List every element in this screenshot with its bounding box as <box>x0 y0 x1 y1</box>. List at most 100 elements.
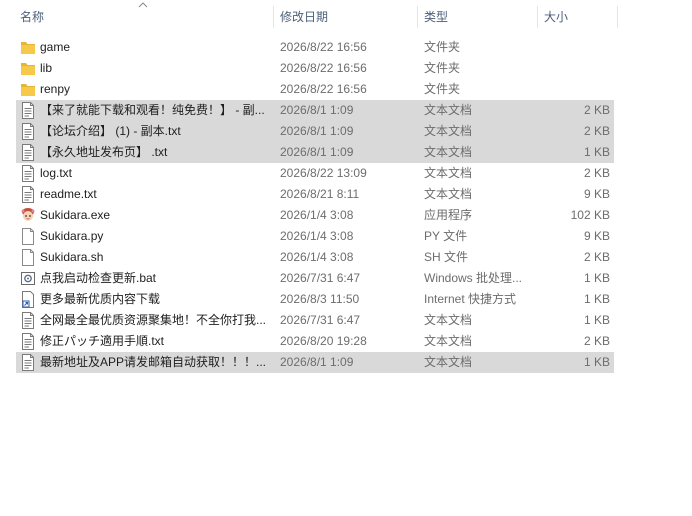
file-size: 102 KB <box>570 208 610 222</box>
file-modified-date: 2026/7/31 6:47 <box>280 313 361 327</box>
file-type: 文件夹 <box>424 82 461 96</box>
file-modified-date: 2026/8/1 1:09 <box>280 355 354 369</box>
batch-file-icon <box>20 270 36 287</box>
file-modified-date: 2026/1/4 3:08 <box>280 229 354 243</box>
file-size: 2 KB <box>583 124 610 138</box>
file-name: log.txt <box>40 166 73 180</box>
text-file-icon <box>20 312 36 329</box>
file-size: 2 KB <box>583 250 610 264</box>
file-type: 文本文档 <box>424 334 473 348</box>
file-name: 修正パッチ適用手順.txt <box>40 334 165 348</box>
file-type: 文本文档 <box>424 124 473 138</box>
file-type: PY 文件 <box>424 229 468 243</box>
column-divider[interactable] <box>617 6 618 28</box>
text-file-icon <box>20 354 36 371</box>
file-row[interactable]: 【永久地址发布页】 .txt 2026/8/1 1:09 文本文档 1 KB <box>16 142 614 163</box>
file-row[interactable]: 最新地址及APP请发邮箱自动获取！！！... 2026/8/1 1:09 文本文档 1… <box>16 352 614 373</box>
file-row[interactable]: 点我启动检查更新.bat 2026/7/31 6:47 Windows 批处理...… <box>16 268 614 289</box>
blank-file-icon <box>20 228 36 245</box>
file-name: game <box>40 40 71 54</box>
file-size: 1 KB <box>583 292 610 306</box>
column-header-size[interactable]: 大小 <box>538 0 618 34</box>
file-row[interactable]: renpy 2026/8/22 16:56 文件夹 <box>16 79 614 100</box>
file-name: 最新地址及APP请发邮箱自动获取！！！... <box>40 355 267 369</box>
file-size: 2 KB <box>583 166 610 180</box>
file-name: Sukidara.exe <box>40 208 111 222</box>
file-row[interactable]: readme.txt 2026/8/21 8:11 文本文档 9 KB <box>16 184 614 205</box>
file-modified-date: 2026/8/1 1:09 <box>280 124 354 138</box>
file-size: 1 KB <box>583 271 610 285</box>
file-row[interactable]: 更多最新优质内容下载 2026/8/3 11:50 Internet 快捷方式 1 K… <box>16 289 614 310</box>
file-modified-date: 2026/8/21 8:11 <box>280 187 360 201</box>
file-modified-date: 2026/8/22 16:56 <box>280 40 367 54</box>
file-row[interactable]: Sukidara.exe 2026/1/4 3:08 应用程序 102 KB <box>16 205 614 226</box>
file-modified-date: 2026/8/22 16:56 <box>280 61 367 75</box>
file-size: 2 KB <box>583 103 610 117</box>
file-name: 【论坛介绍】 (1) - 副本.txt <box>40 124 181 138</box>
file-modified-date: 2026/7/31 6:47 <box>280 271 361 285</box>
file-row[interactable]: game 2026/8/22 16:56 文件夹 <box>16 37 614 58</box>
file-name: Sukidara.py <box>40 229 104 243</box>
file-type: 文本文档 <box>424 313 473 327</box>
file-type: 应用程序 <box>424 208 473 222</box>
file-size <box>536 37 610 58</box>
file-modified-date: 2026/8/22 16:56 <box>280 82 367 96</box>
file-modified-date: 2026/8/1 1:09 <box>280 145 354 159</box>
file-size: 9 KB <box>583 229 610 243</box>
column-header-name[interactable]: 名称 <box>14 0 272 34</box>
file-type: 文件夹 <box>424 61 461 75</box>
file-name: 点我启动检查更新.bat <box>40 271 157 285</box>
file-modified-date: 2026/8/20 19:28 <box>280 334 367 348</box>
file-modified-date: 2026/1/4 3:08 <box>280 208 354 222</box>
column-header-date[interactable]: 修改日期 <box>274 0 416 34</box>
file-type: 文件夹 <box>424 40 461 54</box>
file-modified-date: 2026/8/3 11:50 <box>280 292 360 306</box>
file-name: readme.txt <box>40 187 97 201</box>
file-type: 文本文档 <box>424 166 473 180</box>
file-type: 文本文档 <box>424 103 473 117</box>
file-row[interactable]: 【来了就能下载和观看！纯免费！】 - 副... 2026/8/1 1:09 文本文档… <box>16 100 614 121</box>
file-name: renpy <box>40 82 71 96</box>
file-name: lib <box>40 61 53 75</box>
file-row[interactable]: lib 2026/8/22 16:56 文件夹 <box>16 58 614 79</box>
file-modified-date: 2026/8/1 1:09 <box>280 103 354 117</box>
file-name: 全网最全最优质资源聚集地！不全你打我... <box>40 313 267 327</box>
folder-icon <box>20 39 36 56</box>
file-name: 更多最新优质内容下载 <box>40 292 161 306</box>
file-size: 1 KB <box>583 313 610 327</box>
file-size <box>536 79 610 100</box>
text-file-icon <box>20 144 36 161</box>
file-size: 9 KB <box>583 187 610 201</box>
column-header-type[interactable]: 类型 <box>418 0 536 34</box>
file-size: 2 KB <box>583 334 610 348</box>
file-type: Internet 快捷方式 <box>424 292 517 306</box>
text-file-icon <box>20 333 36 350</box>
column-header-bar: 名称 修改日期 类型 大小 <box>0 0 692 34</box>
app-icon <box>20 207 36 224</box>
file-name: Sukidara.sh <box>40 250 104 264</box>
file-type: 文本文档 <box>424 187 473 201</box>
file-type: SH 文件 <box>424 250 469 264</box>
file-row[interactable]: Sukidara.sh 2026/1/4 3:08 SH 文件 2 KB <box>16 247 614 268</box>
file-type: Windows 批处理... <box>424 271 523 285</box>
text-file-icon <box>20 102 36 119</box>
file-name: 【永久地址发布页】 .txt <box>40 145 168 159</box>
file-size: 1 KB <box>583 355 610 369</box>
file-type: 文本文档 <box>424 145 473 159</box>
file-size <box>536 58 610 79</box>
file-row[interactable]: 修正パッチ適用手順.txt 2026/8/20 19:28 文本文档 2 KB <box>16 331 614 352</box>
file-modified-date: 2026/8/22 13:09 <box>280 166 367 180</box>
text-file-icon <box>20 123 36 140</box>
file-name: 【来了就能下载和观看！纯免费！】 - 副... <box>40 103 265 117</box>
shortcut-icon <box>20 291 36 308</box>
blank-file-icon <box>20 249 36 266</box>
folder-icon <box>20 81 36 98</box>
file-row[interactable]: 全网最全最优质资源聚集地！不全你打我... 2026/7/31 6:47 文本文档 1… <box>16 310 614 331</box>
file-size: 1 KB <box>583 145 610 159</box>
file-modified-date: 2026/1/4 3:08 <box>280 250 354 264</box>
file-row[interactable]: 【论坛介绍】 (1) - 副本.txt 2026/8/1 1:09 文本文档 2 KB <box>16 121 614 142</box>
folder-icon <box>20 60 36 77</box>
file-row[interactable]: log.txt 2026/8/22 13:09 文本文档 2 KB <box>16 163 614 184</box>
text-file-icon <box>20 186 36 203</box>
file-row[interactable]: Sukidara.py 2026/1/4 3:08 PY 文件 9 KB <box>16 226 614 247</box>
